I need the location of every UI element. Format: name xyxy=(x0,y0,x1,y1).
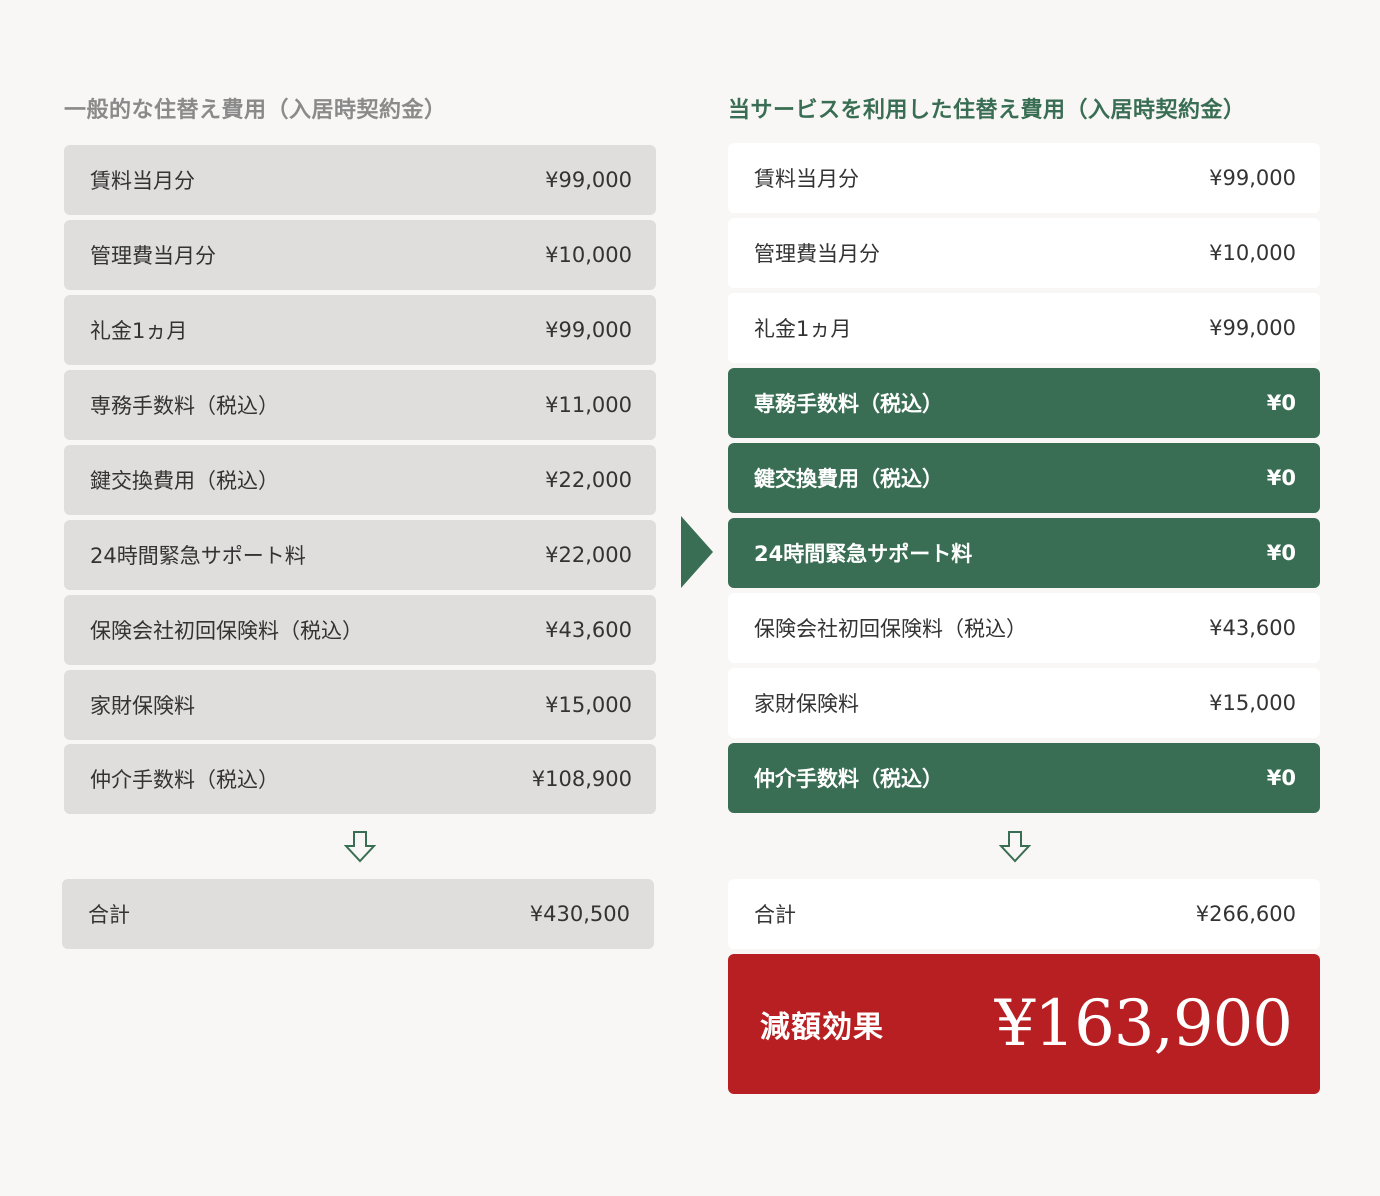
table-row: 保険会社初回保険料（税込） ¥43,600 xyxy=(728,593,1320,663)
table-row: 家財保険料 ¥15,000 xyxy=(64,670,656,740)
row-amount: ¥0 xyxy=(1266,541,1296,565)
row-amount: ¥108,900 xyxy=(531,767,632,791)
total-row: 合計 ¥266,600 xyxy=(728,879,1320,949)
reduction-effect-label: 減額効果 xyxy=(760,1010,884,1045)
table-row-free: 鍵交換費用（税込） ¥0 xyxy=(728,443,1320,513)
table-row-free: 仲介手数料（税込） ¥0 xyxy=(728,743,1320,813)
row-label: 礼金1ヵ月 xyxy=(90,319,188,343)
row-amount: ¥43,600 xyxy=(1209,616,1296,640)
standard-cost-heading: 一般的な住替え費用（入居時契約金） xyxy=(64,98,447,123)
row-amount: ¥11,000 xyxy=(545,393,632,417)
row-amount: ¥99,000 xyxy=(545,318,632,342)
triangle-right-icon xyxy=(681,516,713,588)
row-label: 保険会社初回保険料（税込） xyxy=(754,617,1027,641)
row-amount: ¥15,000 xyxy=(545,693,632,717)
total-amount: ¥266,600 xyxy=(1195,902,1296,926)
row-label: 家財保険料 xyxy=(90,694,195,718)
reduction-effect-amount: ¥163,900 xyxy=(994,987,1293,1061)
row-amount: ¥99,000 xyxy=(545,168,632,192)
row-amount: ¥15,000 xyxy=(1209,691,1296,715)
row-amount: ¥43,600 xyxy=(545,618,632,642)
table-row: 管理費当月分 ¥10,000 xyxy=(64,220,656,290)
table-row: 家財保険料 ¥15,000 xyxy=(728,668,1320,738)
row-label: 礼金1ヵ月 xyxy=(754,317,852,341)
total-amount: ¥430,500 xyxy=(529,902,630,926)
row-amount: ¥0 xyxy=(1266,391,1296,415)
row-label: 鍵交換費用（税込） xyxy=(90,469,279,493)
row-label: 仲介手数料（税込） xyxy=(90,768,279,792)
table-row: 24時間緊急サポート料 ¥22,000 xyxy=(64,520,656,590)
table-row: 賃料当月分 ¥99,000 xyxy=(64,145,656,215)
table-row-free: 専務手数料（税込） ¥0 xyxy=(728,368,1320,438)
row-amount: ¥22,000 xyxy=(545,468,632,492)
total-label: 合計 xyxy=(88,903,130,927)
row-label: 管理費当月分 xyxy=(754,242,880,266)
row-amount: ¥0 xyxy=(1266,766,1296,790)
row-amount: ¥10,000 xyxy=(545,243,632,267)
table-row: 鍵交換費用（税込） ¥22,000 xyxy=(64,445,656,515)
row-label: 専務手数料（税込） xyxy=(754,392,943,416)
row-label: 鍵交換費用（税込） xyxy=(754,467,943,491)
row-label: 管理費当月分 xyxy=(90,244,216,268)
service-cost-heading: 当サービスを利用した住替え費用（入居時契約金） xyxy=(728,98,1246,123)
row-amount: ¥0 xyxy=(1266,466,1296,490)
table-row: 賃料当月分 ¥99,000 xyxy=(728,143,1320,213)
table-row: 仲介手数料（税込） ¥108,900 xyxy=(64,744,656,814)
total-label: 合計 xyxy=(754,903,796,927)
row-amount: ¥22,000 xyxy=(545,543,632,567)
row-amount: ¥99,000 xyxy=(1209,316,1296,340)
row-label: 賃料当月分 xyxy=(754,167,859,191)
row-label: 仲介手数料（税込） xyxy=(754,767,943,791)
row-amount: ¥99,000 xyxy=(1209,166,1296,190)
row-label: 賃料当月分 xyxy=(90,169,195,193)
table-row: 専務手数料（税込） ¥11,000 xyxy=(64,370,656,440)
table-row: 礼金1ヵ月 ¥99,000 xyxy=(728,293,1320,363)
table-row: 礼金1ヵ月 ¥99,000 xyxy=(64,295,656,365)
row-label: 24時間緊急サポート料 xyxy=(754,542,973,566)
row-label: 保険会社初回保険料（税込） xyxy=(90,619,363,643)
total-row: 合計 ¥430,500 xyxy=(62,879,654,949)
table-row-free: 24時間緊急サポート料 ¥0 xyxy=(728,518,1320,588)
table-row: 管理費当月分 ¥10,000 xyxy=(728,218,1320,288)
arrow-down-outline-icon xyxy=(998,831,1032,863)
row-label: 24時間緊急サポート料 xyxy=(90,544,306,568)
table-row: 保険会社初回保険料（税込） ¥43,600 xyxy=(64,595,656,665)
reduction-effect-banner: 減額効果 ¥163,900 xyxy=(728,954,1320,1094)
row-label: 専務手数料（税込） xyxy=(90,394,279,418)
row-amount: ¥10,000 xyxy=(1209,241,1296,265)
arrow-down-outline-icon xyxy=(343,831,377,863)
row-label: 家財保険料 xyxy=(754,692,859,716)
